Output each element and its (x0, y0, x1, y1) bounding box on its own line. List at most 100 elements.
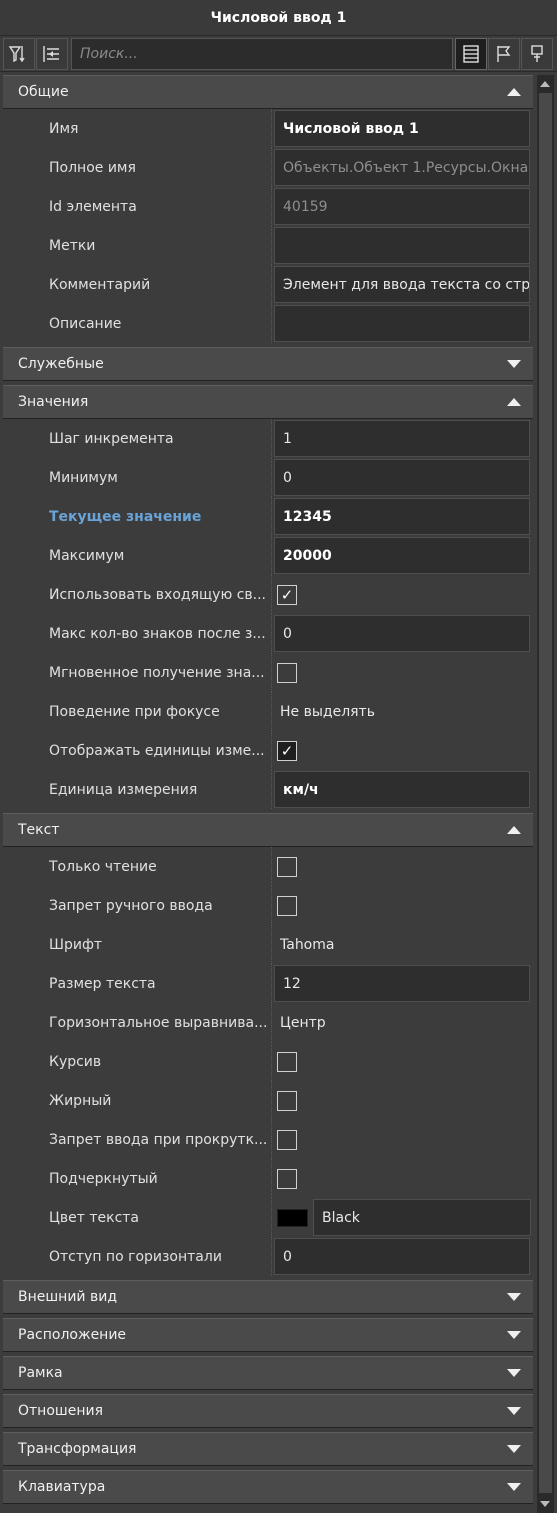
property-row-instant: Мгновенное получение зна... (3, 653, 533, 692)
scroll-up-icon[interactable] (540, 81, 550, 87)
section-label: Внешний вид (18, 1289, 118, 1305)
property-row-comment: Комментарий Элемент для ввода текста со … (3, 265, 533, 304)
chevron-down-icon[interactable] (507, 1331, 521, 1339)
tags-field[interactable] (274, 227, 530, 264)
hindent-field[interactable]: 0 (274, 1238, 530, 1275)
section-label: Рамка (18, 1365, 63, 1381)
property-label: Подчеркнутый (3, 1159, 272, 1198)
chevron-up-icon[interactable] (507, 826, 521, 834)
section-frame[interactable]: Рамка (3, 1356, 533, 1390)
section-label: Клавиатура (18, 1479, 106, 1495)
section-relations[interactable]: Отношения (3, 1394, 533, 1428)
bold-checkbox[interactable] (277, 1090, 297, 1111)
no-scroll-checkbox[interactable] (277, 1129, 297, 1150)
property-row-hindent: Отступ по горизонтали 0 (3, 1237, 533, 1276)
property-label: Шаг инкремента (3, 419, 272, 458)
property-label: Поведение при фокусе (3, 692, 272, 731)
property-row-font: Шрифт Tahoma (3, 925, 533, 964)
instant-checkbox[interactable] (277, 662, 297, 683)
property-label: Метки (3, 226, 272, 265)
fullname-field: Объекты.Объект 1.Ресурсы.Окна.Ок (274, 149, 530, 186)
property-label: Мгновенное получение зна... (3, 653, 272, 692)
list-view-button[interactable] (455, 37, 487, 70)
chevron-up-icon[interactable] (507, 398, 521, 406)
readonly-checkbox[interactable] (277, 856, 297, 877)
section-label: Трансформация (18, 1441, 137, 1457)
section-keyboard[interactable]: Клавиатура (3, 1470, 533, 1504)
chevron-down-icon[interactable] (507, 1483, 521, 1491)
property-label: Единица измерения (3, 770, 272, 809)
property-row-description: Описание (3, 304, 533, 343)
color-swatch[interactable] (277, 1208, 308, 1227)
section-general[interactable]: Общие (3, 75, 533, 109)
flag-icon (497, 45, 511, 62)
collapse-button[interactable] (36, 37, 68, 70)
sort-filter-button[interactable] (3, 37, 35, 70)
section-service[interactable]: Служебные (3, 347, 533, 381)
max-decimals-field[interactable]: 0 (274, 615, 530, 652)
property-grid: Общие Имя Числовой ввод 1 Полное имя Объ… (3, 75, 533, 1504)
property-row-no-scroll: Запрет ввода при прокрутк... (3, 1120, 533, 1159)
vertical-scrollbar[interactable] (537, 75, 554, 1513)
max-field[interactable]: 20000 (274, 537, 530, 574)
property-row-fullname: Полное имя Объекты.Объект 1.Ресурсы.Окна… (3, 148, 533, 187)
checkmark-icon: ✓ (280, 585, 294, 604)
text-color-field[interactable]: Black (313, 1199, 531, 1236)
property-row-name: Имя Числовой ввод 1 (3, 109, 533, 148)
section-values[interactable]: Значения (3, 385, 533, 419)
property-row-color: Цвет текста Black (3, 1198, 533, 1237)
text-size-field[interactable]: 12 (274, 965, 530, 1002)
chevron-down-icon[interactable] (507, 1407, 521, 1415)
property-label: Максимум (3, 536, 272, 575)
section-layout[interactable]: Расположение (3, 1318, 533, 1352)
property-row-current: Текущее значение 12345 (3, 497, 533, 536)
property-label: Размер текста (3, 964, 272, 1003)
italic-checkbox[interactable] (277, 1051, 297, 1072)
focus-behavior-select[interactable]: Не выделять (274, 704, 375, 720)
chevron-down-icon[interactable] (507, 1445, 521, 1453)
no-manual-checkbox[interactable] (277, 895, 297, 916)
property-label: Id элемента (3, 187, 272, 226)
chevron-down-icon[interactable] (507, 360, 521, 368)
window-title: Числовой ввод 1 (0, 0, 557, 36)
current-value-field[interactable]: 12345 (274, 498, 530, 535)
property-row-focus: Поведение при фокусе Не выделять (3, 692, 533, 731)
name-field[interactable]: Числовой ввод 1 (274, 110, 530, 147)
description-field[interactable] (274, 305, 530, 342)
chevron-up-icon[interactable] (507, 88, 521, 96)
bindings-button[interactable] (521, 37, 553, 70)
scrollbar-thumb[interactable] (539, 93, 552, 1493)
property-label: Только чтение (3, 847, 272, 886)
chevron-down-icon[interactable] (507, 1369, 521, 1377)
property-label: Жирный (3, 1081, 272, 1120)
step-field[interactable]: 1 (274, 420, 530, 457)
search-input[interactable] (71, 37, 453, 70)
toolbar (0, 36, 557, 72)
property-row-use-incoming: Использовать входящую св... ✓ (3, 575, 533, 614)
chevron-down-icon[interactable] (507, 1293, 521, 1301)
property-row-tags: Метки (3, 226, 533, 265)
property-label: Горизонтальное выравнива... (3, 1003, 272, 1042)
section-text[interactable]: Текст (3, 813, 533, 847)
font-select[interactable]: Tahoma (274, 937, 334, 953)
section-transform[interactable]: Трансформация (3, 1432, 533, 1466)
sort-filter-icon (8, 45, 25, 62)
section-label: Отношения (18, 1403, 103, 1419)
comment-field[interactable]: Элемент для ввода текста со стрел (274, 266, 530, 303)
underline-checkbox[interactable] (277, 1168, 297, 1189)
property-label: Запрет ручного ввода (3, 886, 272, 925)
property-row-max: Максимум 20000 (3, 536, 533, 575)
property-row-max-decimals: Макс кол-во знаков после з... 0 (3, 614, 533, 653)
property-row-bold: Жирный (3, 1081, 533, 1120)
use-incoming-checkbox[interactable]: ✓ (277, 584, 297, 605)
units-field[interactable]: км/ч (274, 771, 530, 808)
section-appearance[interactable]: Внешний вид (3, 1280, 533, 1314)
halign-select[interactable]: Центр (274, 1015, 326, 1031)
property-row-underline: Подчеркнутый (3, 1159, 533, 1198)
property-label: Полное имя (3, 148, 272, 187)
section-label: Значения (18, 394, 89, 410)
show-units-checkbox[interactable]: ✓ (277, 740, 297, 761)
events-button[interactable] (488, 37, 520, 70)
scroll-down-icon[interactable] (540, 1501, 550, 1507)
min-field[interactable]: 0 (274, 459, 530, 496)
